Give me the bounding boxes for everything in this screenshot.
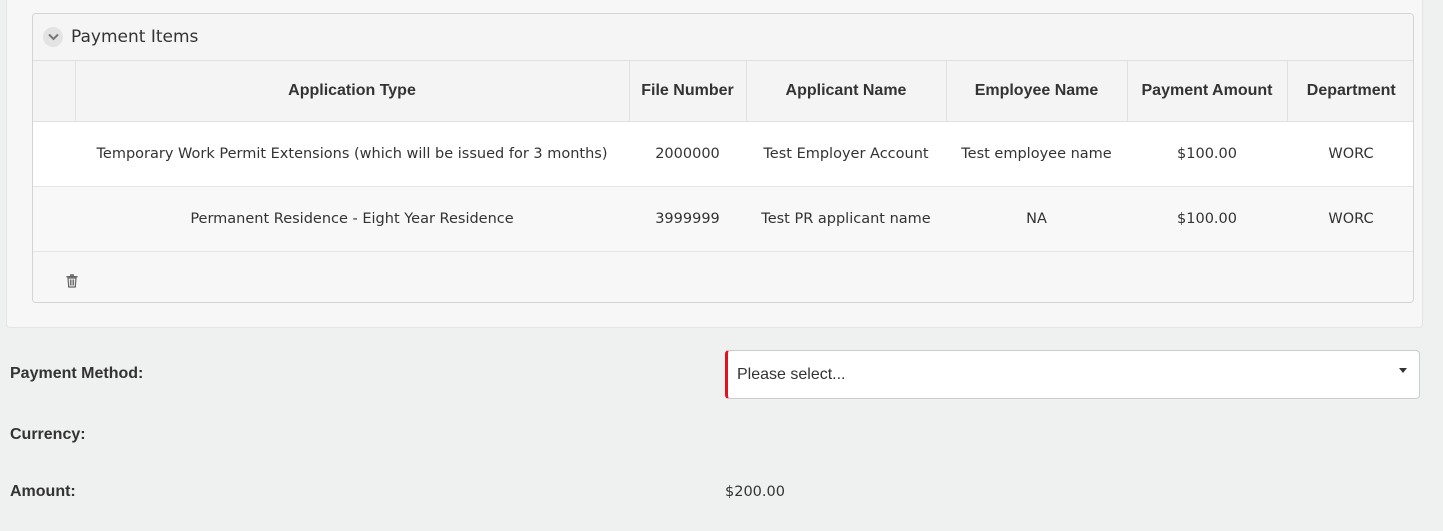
row-select-cell[interactable] [33, 186, 75, 252]
amount-label: Amount: [10, 483, 76, 500]
cell-payment-amount: $100.00 [1127, 121, 1287, 187]
cell-department: WORC [1287, 186, 1413, 252]
column-header-payment-amount[interactable]: Payment Amount [1127, 61, 1288, 122]
column-header-application-type[interactable]: Application Type [75, 61, 630, 122]
payment-method-label: Payment Method: [10, 365, 144, 382]
cell-applicant-name: Test PR applicant name [746, 186, 946, 252]
table-header-row: Application Type File Number Applicant N… [33, 61, 1413, 122]
table-row[interactable]: Permanent Residence - Eight Year Residen… [33, 186, 1413, 252]
cell-file-number: 3999999 [629, 186, 746, 252]
card-title: Payment Items [71, 27, 199, 47]
payment-method-placeholder: Please select... [737, 365, 846, 383]
amount-value: $200.00 [725, 484, 785, 500]
cell-file-number: 2000000 [629, 121, 746, 187]
column-header-employee-name[interactable]: Employee Name [946, 61, 1128, 122]
chevron-down-icon[interactable] [43, 27, 63, 47]
cell-payment-amount: $100.00 [1127, 186, 1287, 252]
table-row[interactable]: Temporary Work Permit Extensions (which … [33, 121, 1413, 187]
cell-department: WORC [1287, 121, 1413, 187]
column-header-department[interactable]: Department [1287, 61, 1413, 122]
cell-applicant-name: Test Employer Account [746, 121, 946, 187]
payment-items-panel: Payment Items Application Type File Numb… [6, 0, 1423, 328]
column-header-applicant-name[interactable]: Applicant Name [746, 61, 947, 122]
cell-application-type: Temporary Work Permit Extensions (which … [75, 121, 629, 187]
payment-items-card: Payment Items Application Type File Numb… [32, 13, 1414, 303]
card-footer [33, 252, 1413, 302]
currency-label: Currency: [10, 426, 86, 443]
cell-employee-name: Test employee name [946, 121, 1127, 187]
payment-method-select[interactable]: Please select... [725, 350, 1420, 399]
column-header-select [33, 61, 76, 122]
caret-down-icon [1399, 368, 1407, 373]
trash-icon[interactable] [66, 273, 78, 292]
card-header[interactable]: Payment Items [33, 14, 1413, 61]
payment-items-table: Application Type File Number Applicant N… [33, 61, 1413, 252]
cell-employee-name: NA [946, 186, 1127, 252]
row-select-cell[interactable] [33, 121, 75, 187]
column-header-file-number[interactable]: File Number [629, 61, 747, 122]
cell-application-type: Permanent Residence - Eight Year Residen… [75, 186, 629, 252]
